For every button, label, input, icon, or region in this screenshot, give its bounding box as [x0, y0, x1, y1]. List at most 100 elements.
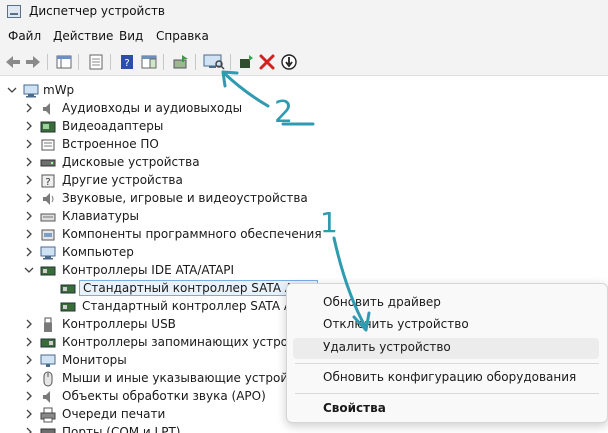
storage-controller-icon	[40, 335, 56, 351]
toolbar-separator	[78, 54, 79, 70]
firmware-icon	[40, 137, 56, 153]
tree-category-label: Аудиовходы и аудиовыходы	[62, 101, 243, 115]
menu-item-update-driver[interactable]: Обновить драйвер	[323, 295, 441, 309]
chevron-right-icon[interactable]	[24, 355, 34, 365]
tree-category-label: Контроллеры IDE ATA/ATAPI	[62, 263, 235, 277]
tree-category-label: Видеоадаптеры	[62, 119, 164, 133]
chevron-right-icon[interactable]	[24, 193, 34, 203]
device-manager-icon	[7, 5, 21, 18]
tree-category[interactable]: Очереди печати	[0, 406, 280, 424]
chevron-right-icon[interactable]	[24, 157, 34, 167]
tree-category[interactable]: Мониторы	[0, 352, 280, 370]
toolbar-separator	[163, 54, 164, 70]
tree-category[interactable]: Аудиовходы и аудиовыходы	[0, 100, 280, 118]
add-device-icon[interactable]	[237, 53, 255, 71]
chevron-right-icon[interactable]	[24, 229, 34, 239]
menu-file[interactable]: Файл	[8, 29, 41, 43]
tree-device-selected[interactable]: Стандартный контроллер SATA AHCI	[0, 280, 318, 298]
tree-category[interactable]: Контроллеры USB	[0, 316, 280, 334]
chevron-right-icon[interactable]	[24, 247, 34, 257]
tree-category-label: Дисковые устройства	[62, 155, 200, 169]
computer-icon	[40, 245, 56, 261]
tree-category-label: Компоненты программного обеспечения	[62, 227, 322, 241]
console-tree-icon[interactable]	[87, 53, 105, 71]
chevron-right-icon[interactable]	[24, 373, 34, 383]
tree-device-label: Стандартный контроллер SATA AHCI	[79, 280, 318, 296]
chevron-right-icon[interactable]	[24, 211, 34, 221]
controller-icon	[60, 299, 76, 315]
chevron-right-icon[interactable]	[24, 319, 34, 329]
forward-icon[interactable]	[24, 53, 42, 71]
menu-help[interactable]: Справка	[156, 29, 209, 43]
tree-category-label: Мыши и иные указывающие устройства	[62, 371, 317, 385]
tree-category-label: Контроллеры запоминающих устройств	[62, 335, 317, 349]
title-bar: Диспетчер устройств	[0, 0, 608, 24]
menu-view[interactable]: Вид	[119, 29, 143, 43]
tree-root-label: mWp	[43, 83, 75, 97]
tree-category[interactable]: Видеоадаптеры	[0, 118, 280, 136]
usb-icon	[40, 317, 56, 333]
uninstall-device-icon[interactable]	[258, 53, 276, 71]
mouse-icon	[40, 371, 56, 387]
context-menu: Обновить драйвер Отключить устройство Уд…	[286, 283, 608, 423]
menu-item-disable-device[interactable]: Отключить устройство	[323, 317, 469, 331]
tree-category-label: Компьютер	[62, 245, 134, 259]
chevron-right-icon[interactable]	[24, 121, 34, 131]
menu-separator	[295, 393, 599, 394]
chevron-right-icon[interactable]	[24, 139, 34, 149]
chevron-right-icon[interactable]	[24, 175, 34, 185]
menu-item-uninstall-device[interactable]: Удалить устройство	[323, 340, 451, 354]
menu-item-scan-hardware[interactable]: Обновить конфигурацию оборудования	[323, 370, 576, 384]
chevron-right-icon[interactable]	[24, 391, 34, 401]
tree-category[interactable]: Объекты обработки звука (APO)	[0, 388, 280, 406]
svg-text:?: ?	[124, 58, 129, 69]
back-icon[interactable]	[4, 53, 22, 71]
menu-separator	[295, 363, 599, 364]
tree-category-label: Контроллеры USB	[62, 317, 176, 331]
tree-category-label: Объекты обработки звука (APO)	[62, 389, 266, 403]
tree-category[interactable]: Встроенное ПО	[0, 136, 280, 154]
properties-pane-icon[interactable]	[55, 53, 73, 71]
tree-category[interactable]: Порты (COM и LPT)	[0, 424, 280, 433]
chevron-right-icon[interactable]	[24, 427, 34, 433]
tree-category[interactable]: Компоненты программного обеспечения	[0, 226, 322, 244]
tree-category[interactable]: Компьютер	[0, 244, 280, 262]
toolbar: ?	[0, 48, 608, 76]
tree-category-label: Порты (COM и LPT)	[62, 425, 181, 433]
toolbar-separator	[230, 54, 231, 70]
chevron-down-icon[interactable]	[24, 265, 34, 275]
tree-category[interactable]: ? Другие устройства	[0, 172, 280, 190]
scan-hardware-icon[interactable]	[203, 53, 225, 71]
menu-action[interactable]: Действие	[53, 29, 113, 43]
tree-device[interactable]: Стандартный контроллер SATA AHCI	[0, 298, 313, 316]
tree-category[interactable]: Мыши и иные указывающие устройства	[0, 370, 316, 388]
chevron-right-icon[interactable]	[24, 337, 34, 347]
disk-drive-icon	[40, 155, 56, 171]
tree-device-label: Стандартный контроллер SATA AHCI	[82, 299, 313, 313]
tree-category-label: Встроенное ПО	[62, 137, 159, 151]
printer-icon	[40, 407, 56, 423]
other-devices-icon: ?	[40, 173, 56, 189]
tree-category-label: Другие устройства	[62, 173, 183, 187]
tree-category[interactable]: Дисковые устройства	[0, 154, 280, 172]
chevron-right-icon[interactable]	[24, 103, 34, 113]
chevron-right-icon[interactable]	[24, 409, 34, 419]
disable-device-icon[interactable]	[280, 53, 298, 71]
tree-category[interactable]: Звуковые, игровые и видеоустройства	[0, 190, 308, 208]
tree-category-label: Клавиатуры	[62, 209, 139, 223]
tree-category[interactable]: Контроллеры запоминающих устройств	[0, 334, 316, 352]
action-pane-icon[interactable]	[140, 53, 158, 71]
audio-processing-icon	[40, 389, 56, 405]
tree-category-expanded[interactable]: Контроллеры IDE ATA/ATAPI	[0, 262, 280, 280]
port-icon	[40, 425, 56, 433]
tree-category[interactable]: Клавиатуры	[0, 208, 280, 226]
tree-category-label: Мониторы	[62, 353, 127, 367]
menu-item-properties[interactable]: Свойства	[323, 401, 386, 415]
tree-root[interactable]: mWp	[0, 82, 120, 100]
help-icon[interactable]: ?	[118, 53, 136, 71]
chevron-down-icon[interactable]	[7, 85, 17, 95]
monitor-icon	[40, 353, 56, 369]
update-driver-icon[interactable]	[172, 53, 190, 71]
display-adapter-icon	[40, 119, 56, 135]
computer-icon	[23, 83, 39, 99]
